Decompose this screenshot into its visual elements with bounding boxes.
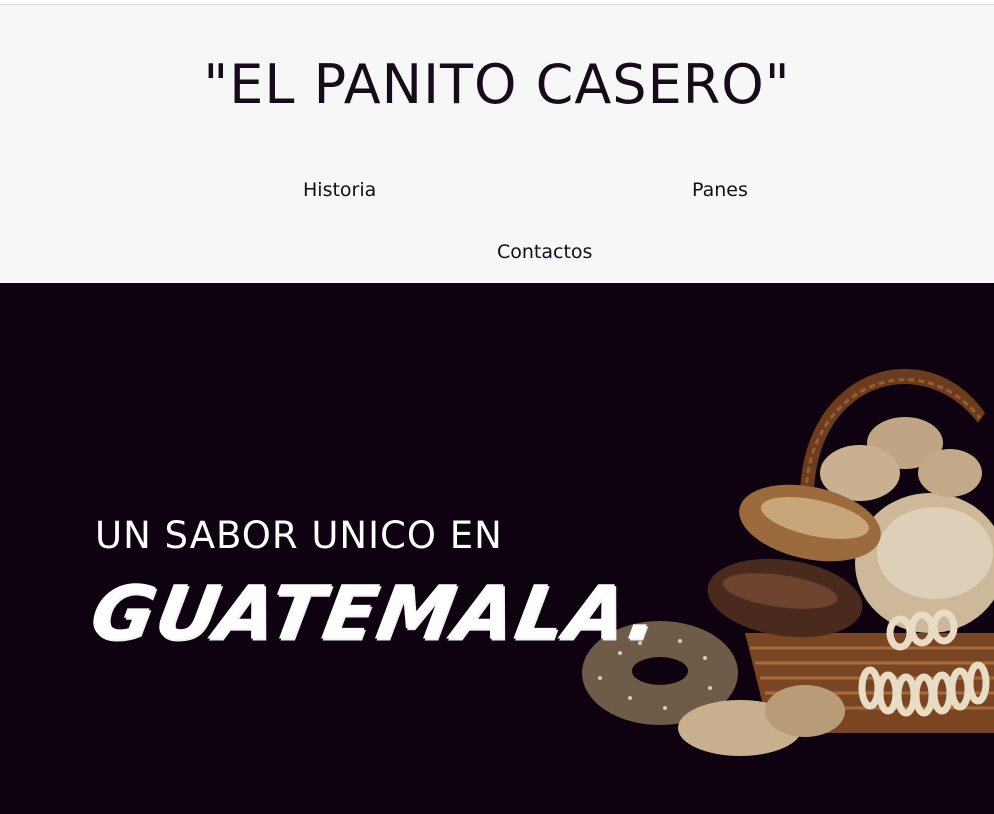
- hero-tagline: UN SABOR UNICO EN: [95, 514, 503, 557]
- nav-link-historia[interactable]: Historia: [303, 179, 376, 201]
- nav-link-contactos[interactable]: Contactos: [497, 241, 592, 263]
- site-header: "EL PANITO CASERO" Historia Panes Contac…: [0, 5, 994, 283]
- hero-headline: GUATEMALA.: [84, 568, 668, 657]
- hero-banner: UN SABOR UNICO EN GUATEMALA.: [0, 283, 994, 814]
- site-title: "EL PANITO CASERO": [203, 53, 791, 116]
- nav-link-panes[interactable]: Panes: [692, 179, 748, 201]
- bread-basket-image: [582, 368, 994, 756]
